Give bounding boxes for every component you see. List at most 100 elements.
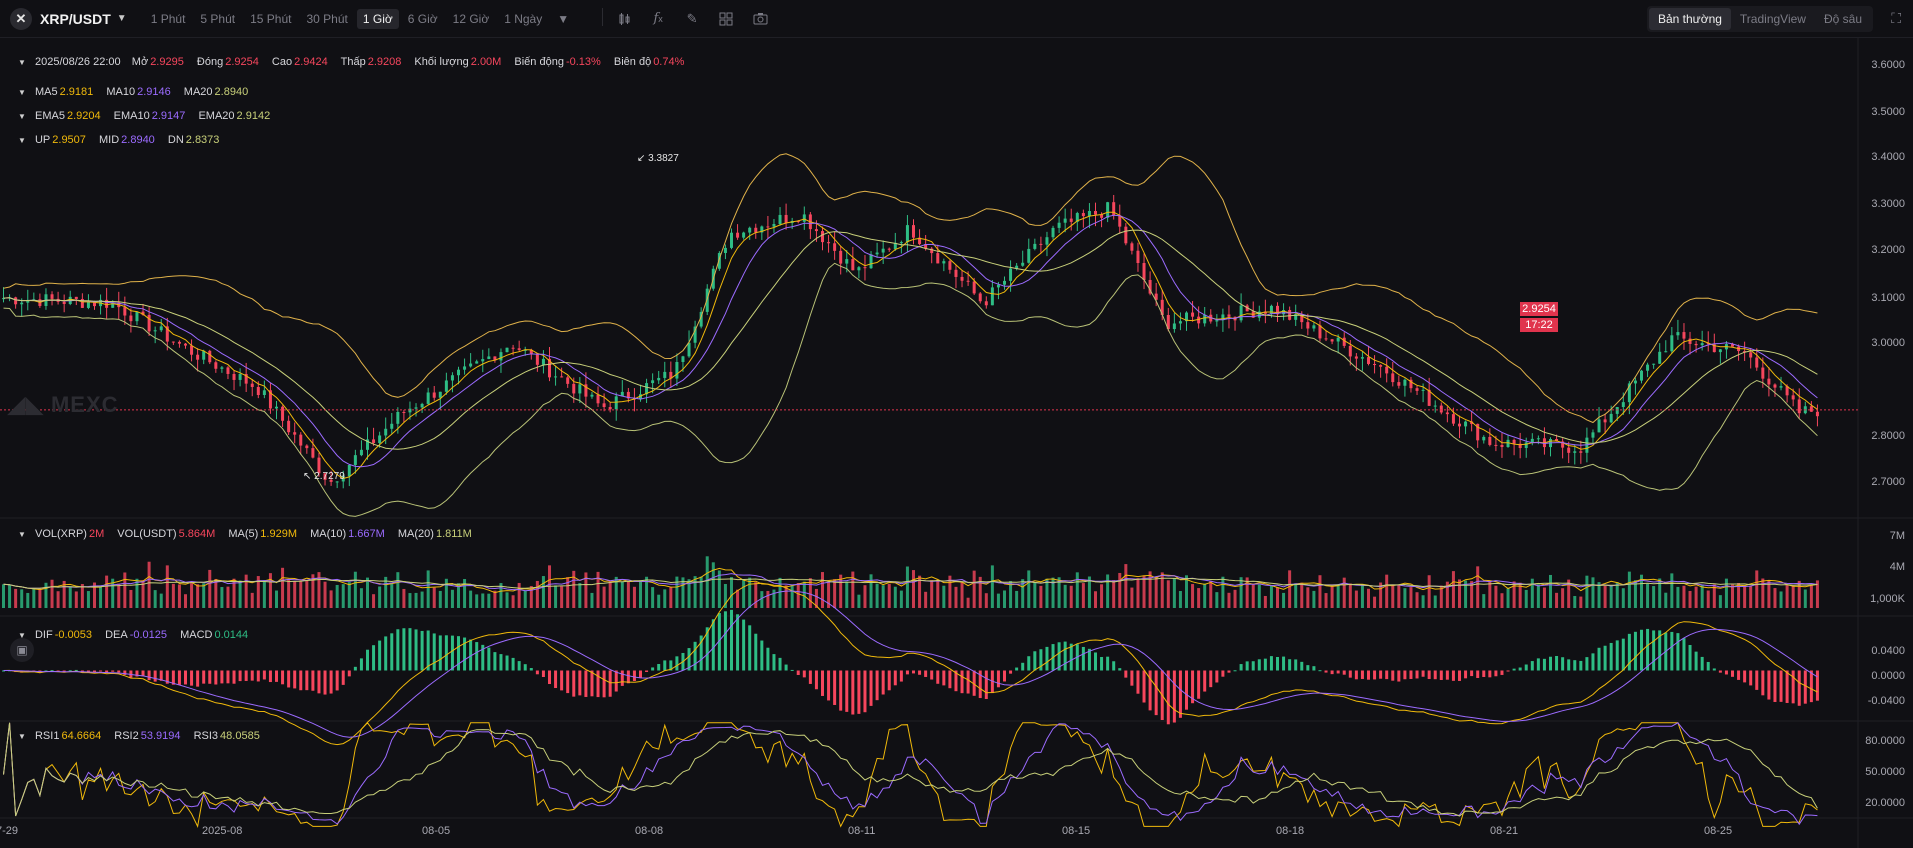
volume-bar bbox=[1803, 589, 1807, 608]
indicator-fx-icon[interactable]: fx bbox=[647, 8, 669, 30]
interval-1d[interactable]: 1 Ngày bbox=[498, 9, 548, 29]
volume-bar bbox=[366, 577, 369, 608]
volume-bar bbox=[1348, 583, 1352, 608]
kline-chart[interactable] bbox=[0, 38, 1913, 848]
volume-bar bbox=[1257, 584, 1261, 608]
macd-histogram-bar bbox=[1633, 631, 1637, 671]
macd-histogram-bar bbox=[1288, 659, 1292, 671]
view-depth[interactable]: Độ sâu bbox=[1815, 8, 1871, 30]
time-axis-label: 08-08 bbox=[635, 825, 664, 837]
volume-bar bbox=[50, 579, 54, 608]
volume-bar bbox=[1039, 585, 1043, 608]
candle-body bbox=[541, 358, 545, 365]
candle-body bbox=[1749, 352, 1753, 358]
candle-body bbox=[972, 281, 976, 294]
candle-body bbox=[1652, 363, 1656, 365]
macd-histogram-bar bbox=[432, 633, 436, 671]
collapse-triangle-icon[interactable]: ▼ bbox=[18, 112, 26, 121]
draw-pencil-icon[interactable]: ✎ bbox=[681, 8, 703, 30]
candle-body bbox=[499, 352, 503, 361]
candle-style-icon[interactable] bbox=[613, 8, 635, 30]
candle-body bbox=[202, 350, 206, 360]
volume-bar bbox=[1542, 587, 1546, 608]
fullscreen-icon[interactable]: ⛶ bbox=[1891, 10, 1901, 27]
candle-body bbox=[390, 423, 394, 429]
collapse-triangle-icon[interactable]: ▼ bbox=[18, 732, 26, 741]
macd-histogram-bar bbox=[796, 670, 800, 675]
volume-bar bbox=[1172, 578, 1176, 608]
macd-histogram-bar bbox=[1276, 657, 1279, 671]
symbol-selector[interactable]: XRP/USDT bbox=[40, 11, 111, 27]
boll-mid-label: MID bbox=[98, 134, 120, 146]
macd-histogram-bar bbox=[359, 658, 363, 671]
interval-15m[interactable]: 15 Phút bbox=[244, 9, 297, 29]
volume-bar bbox=[996, 593, 1000, 608]
macd-label: MACD bbox=[180, 629, 213, 641]
macd-histogram-bar bbox=[1385, 670, 1389, 680]
macd-histogram-bar bbox=[1603, 645, 1607, 671]
macd-histogram-bar bbox=[450, 635, 454, 671]
interval-1m[interactable]: 1 Phút bbox=[145, 9, 192, 29]
candle-body bbox=[1451, 414, 1455, 424]
interval-12h[interactable]: 12 Giờ bbox=[447, 9, 496, 29]
close-value: 2.9254 bbox=[225, 56, 259, 68]
candle-body bbox=[171, 341, 175, 343]
macd-histogram-bar bbox=[353, 666, 357, 671]
macd-histogram-bar bbox=[1130, 670, 1134, 686]
view-tradingview[interactable]: TradingView bbox=[1731, 8, 1815, 30]
macd-histogram-bar bbox=[147, 670, 151, 681]
interval-more-chevron-icon[interactable]: ▼ bbox=[551, 9, 575, 29]
collapse-triangle-icon[interactable]: ▼ bbox=[18, 58, 26, 67]
interval-5m[interactable]: 5 Phút bbox=[194, 9, 241, 29]
volume-bar bbox=[196, 584, 200, 608]
volume-bar bbox=[754, 582, 758, 608]
view-switcher: Bản thường TradingView Độ sâu bbox=[1646, 6, 1873, 32]
candle-body bbox=[1664, 351, 1668, 353]
candle-body bbox=[1330, 339, 1334, 342]
macd-histogram-bar bbox=[499, 654, 503, 671]
macd-histogram-bar bbox=[1045, 646, 1049, 671]
candle-body bbox=[86, 301, 90, 308]
candle-body bbox=[1482, 436, 1486, 441]
volume-bar bbox=[511, 595, 515, 608]
volume-bar bbox=[608, 580, 612, 608]
volume-bar bbox=[1415, 592, 1419, 608]
volume-bar bbox=[1700, 584, 1704, 608]
candle-body bbox=[1178, 321, 1182, 324]
macd-histogram-bar bbox=[778, 657, 782, 671]
volume-bar bbox=[408, 593, 412, 608]
layout-grid-icon[interactable] bbox=[715, 8, 737, 30]
macd-histogram-bar bbox=[1791, 670, 1795, 704]
current-price-tag: 2.9254 bbox=[1520, 302, 1558, 316]
interval-6h[interactable]: 6 Giờ bbox=[402, 9, 444, 29]
candle-body bbox=[596, 394, 600, 404]
chevron-down-icon[interactable]: ▼ bbox=[117, 13, 127, 24]
volume-legend: ▼ VOL(XRP) 2M VOL(USDT) 5.864M MA(5) 1.929M… bbox=[18, 528, 482, 540]
layers-icon[interactable]: ▣ bbox=[10, 638, 34, 662]
interval-30m[interactable]: 30 Phút bbox=[300, 9, 353, 29]
camera-icon[interactable] bbox=[749, 8, 771, 30]
volume-bar bbox=[105, 575, 109, 608]
candle-body bbox=[1791, 395, 1795, 400]
volume-bar bbox=[1791, 586, 1795, 608]
price-axis-label: 3.5000 bbox=[1871, 106, 1905, 118]
interval-1h[interactable]: 1 Giờ bbox=[356, 8, 399, 29]
volume-bar bbox=[1385, 574, 1389, 608]
collapse-triangle-icon[interactable]: ▼ bbox=[18, 88, 26, 97]
candle-body bbox=[942, 261, 946, 264]
candle-body bbox=[262, 390, 266, 396]
macd-histogram-bar bbox=[1549, 656, 1552, 671]
boll-legend: ▼ UP 2.9507 MID 2.8940 DN 2.8373 bbox=[18, 134, 229, 146]
volume-bar bbox=[323, 581, 327, 608]
macd-histogram-bar bbox=[948, 670, 952, 689]
candle-body bbox=[1027, 248, 1031, 263]
time-axis-label: 08-11 bbox=[848, 825, 876, 837]
collapse-triangle-icon[interactable]: ▼ bbox=[18, 530, 26, 539]
candle-body bbox=[1694, 343, 1698, 346]
volume-bar bbox=[14, 588, 18, 608]
candle-body bbox=[208, 350, 212, 363]
candle-body bbox=[851, 259, 855, 271]
view-basic[interactable]: Bản thường bbox=[1648, 8, 1731, 30]
volume-bar bbox=[481, 593, 485, 608]
collapse-triangle-icon[interactable]: ▼ bbox=[18, 136, 26, 145]
